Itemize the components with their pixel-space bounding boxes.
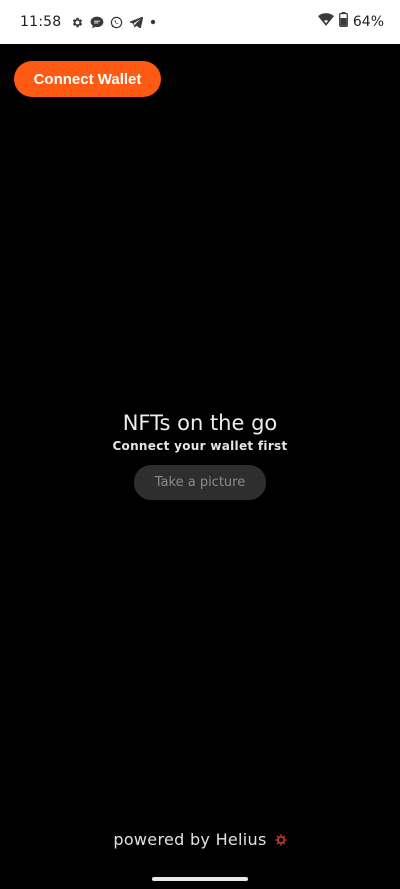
gear-icon (71, 16, 84, 29)
app-screen: 11:58 64% Connect Wallet NFTs on the go … (0, 0, 400, 889)
powered-by-text: powered by Helius (113, 830, 267, 849)
chat-bubble-icon (90, 16, 104, 29)
notification-icons (71, 16, 157, 29)
wifi-icon (317, 13, 334, 31)
connect-wallet-button[interactable]: Connect Wallet (14, 61, 161, 97)
system-status-icons: 64% (317, 12, 384, 32)
telegram-icon (129, 16, 144, 28)
status-time: 11:58 (20, 14, 62, 30)
helius-sun-icon (274, 833, 287, 846)
battery-percent: 64% (352, 14, 384, 30)
dot-icon (149, 18, 157, 26)
status-bar: 11:58 64% (0, 0, 400, 44)
page-title: NFTs on the go (122, 411, 278, 435)
footer: powered by Helius (0, 830, 400, 849)
whatsapp-icon (110, 16, 123, 29)
take-picture-button[interactable]: Take a picture (134, 465, 266, 500)
home-indicator[interactable] (152, 877, 248, 881)
battery-icon (338, 12, 348, 32)
page-subtitle: Connect your wallet first (112, 439, 288, 453)
hero-section: NFTs on the go Connect your wallet first (0, 408, 400, 453)
